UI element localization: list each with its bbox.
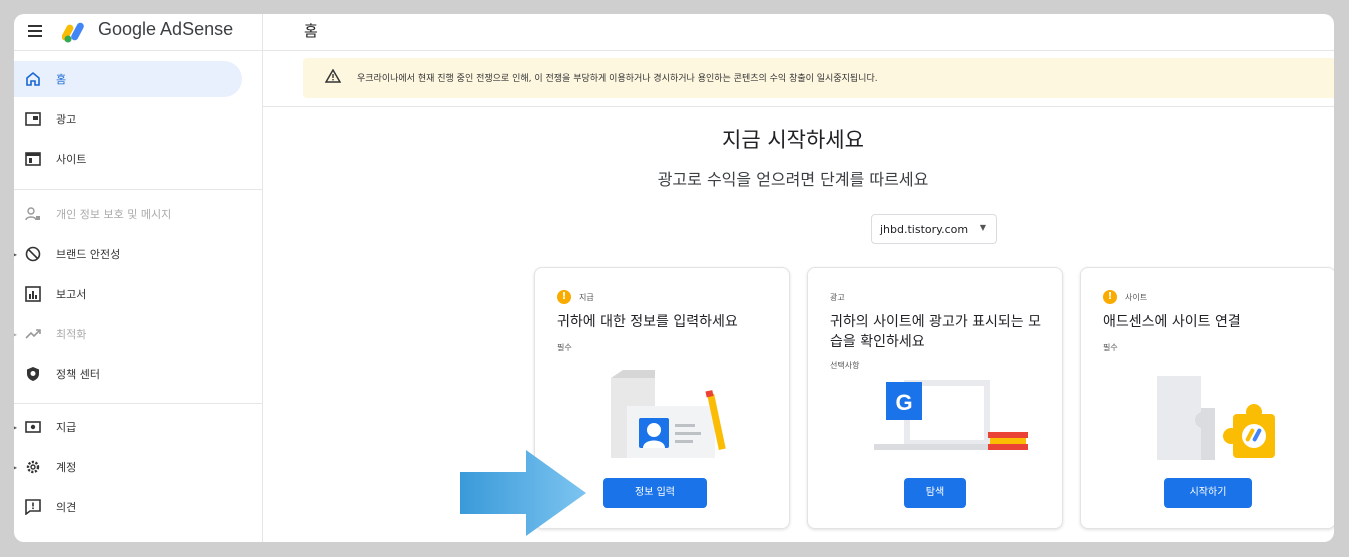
sidebar-item-sites[interactable]: 사이트 [14, 141, 242, 177]
explore-button[interactable]: 탐색 [904, 478, 966, 508]
ads-icon [24, 110, 42, 128]
brand-name: Google AdSense [98, 19, 234, 39]
sidebar-item-feedback[interactable]: 의견 [14, 489, 242, 525]
sidebar: 홈 광고 사이트 개인 정보 보호 및 메시지 ▸ 브랜드 안전성 보고서 ▸ … [14, 51, 263, 542]
card-title: 귀하의 사이트에 광고가 표시되는 모습을 확인하세요 [830, 314, 1041, 350]
block-icon [24, 245, 42, 263]
get-started-subheading: 광고로 수익을 얻으려면 단계를 따르세요 [657, 170, 929, 189]
sidebar-item-label: 브랜드 안전성 [56, 248, 121, 261]
sidebar-item-payments[interactable]: ▸ 지급 [14, 409, 242, 445]
expand-caret-icon: ▸ [14, 329, 18, 339]
card-explore-ads: 광고 귀하의 사이트에 광고가 표시되는 모습을 확인하세요 선택사항 G 탐색 [807, 267, 1063, 529]
warning-badge-icon: ! [557, 290, 571, 304]
warning-icon [325, 69, 341, 83]
sidebar-item-policy-center[interactable]: 정책 센터 [14, 356, 242, 392]
sidebar-item-label: 개인 정보 보호 및 메시지 [56, 208, 172, 221]
adsense-logo-icon [62, 22, 84, 43]
expand-caret-icon: ▸ [14, 462, 18, 472]
warning-badge-icon: ! [1103, 290, 1117, 304]
browser-ad-illustration-icon: G [874, 380, 1028, 450]
divider [262, 14, 263, 50]
card-title: 귀하에 대한 정보를 입력하세요 [557, 314, 738, 330]
sidebar-item-label: 최적화 [56, 328, 87, 341]
chevron-down-icon: ▼ [979, 223, 986, 232]
sidebar-divider [14, 189, 262, 190]
site-select[interactable]: jhbd.tistory.com ▼ [871, 214, 997, 244]
page-title: 홈 [304, 22, 318, 40]
site-select-value: jhbd.tistory.com [880, 223, 969, 236]
sidebar-item-label: 정책 센터 [56, 368, 100, 381]
home-icon [24, 70, 42, 88]
sidebar-item-reports[interactable]: 보고서 [14, 276, 242, 312]
sidebar-item-label: 사이트 [56, 153, 87, 166]
sidebar-item-account[interactable]: ▸ 계정 [14, 449, 242, 485]
sidebar-item-privacy[interactable]: 개인 정보 보호 및 메시지 [14, 196, 242, 232]
sidebar-item-optimization[interactable]: ▸ 최적화 [14, 316, 242, 352]
get-started-button[interactable]: 시작하기 [1164, 478, 1252, 508]
card-tag: 사이트 [1125, 293, 1148, 302]
sidebar-item-label: 보고서 [56, 288, 87, 301]
sidebar-item-home[interactable]: 홈 [14, 61, 242, 97]
notice-banner: 우크라이나에서 현재 진행 중인 전쟁으로 인해, 이 전쟁을 부당하게 이용하… [303, 58, 1334, 98]
sidebar-item-brand-safety[interactable]: ▸ 브랜드 안전성 [14, 236, 242, 272]
adsense-window: Google AdSense 홈 홈 광고 사이트 개인 정보 보호 및 메시지… [14, 14, 1334, 542]
shield-icon [24, 365, 42, 383]
puzzle-illustration-icon [1157, 376, 1275, 460]
expand-caret-icon: ▸ [14, 249, 18, 259]
gear-icon [24, 458, 42, 476]
card-requirement: 필수 [557, 343, 572, 352]
menu-icon[interactable] [28, 25, 42, 37]
sidebar-divider [14, 403, 262, 404]
sidebar-item-label: 홈 [56, 73, 67, 86]
banner-text: 우크라이나에서 현재 진행 중인 전쟁으로 인해, 이 전쟁을 부당하게 이용하… [357, 74, 878, 84]
top-app-bar: Google AdSense 홈 [14, 14, 1334, 51]
expand-caret-icon: ▸ [14, 422, 18, 432]
sidebar-item-label: 광고 [56, 113, 77, 126]
get-started-heading: 지금 시작하세요 [722, 128, 864, 152]
reports-icon [24, 285, 42, 303]
privacy-icon [24, 205, 42, 223]
trend-icon [24, 325, 42, 343]
feedback-icon [24, 498, 42, 516]
card-requirement: 필수 [1103, 343, 1118, 352]
payments-icon [24, 418, 42, 436]
card-title: 애드센스에 사이트 연결 [1103, 314, 1241, 330]
sidebar-item-ads[interactable]: 광고 [14, 101, 242, 137]
pointer-arrow-icon [460, 450, 586, 536]
sidebar-item-label: 지급 [56, 421, 77, 434]
sidebar-item-label: 의견 [56, 501, 77, 514]
svg-text:G: G [895, 390, 912, 415]
sites-icon [24, 150, 42, 168]
card-tag: 광고 [830, 293, 845, 302]
sidebar-item-label: 계정 [56, 461, 77, 474]
card-tag: 지급 [579, 293, 594, 302]
divider [263, 106, 1334, 107]
enter-info-button[interactable]: 정보 입력 [603, 478, 707, 508]
card-connect-site: ! 사이트 애드센스에 사이트 연결 필수 시작하기 [1080, 267, 1334, 529]
